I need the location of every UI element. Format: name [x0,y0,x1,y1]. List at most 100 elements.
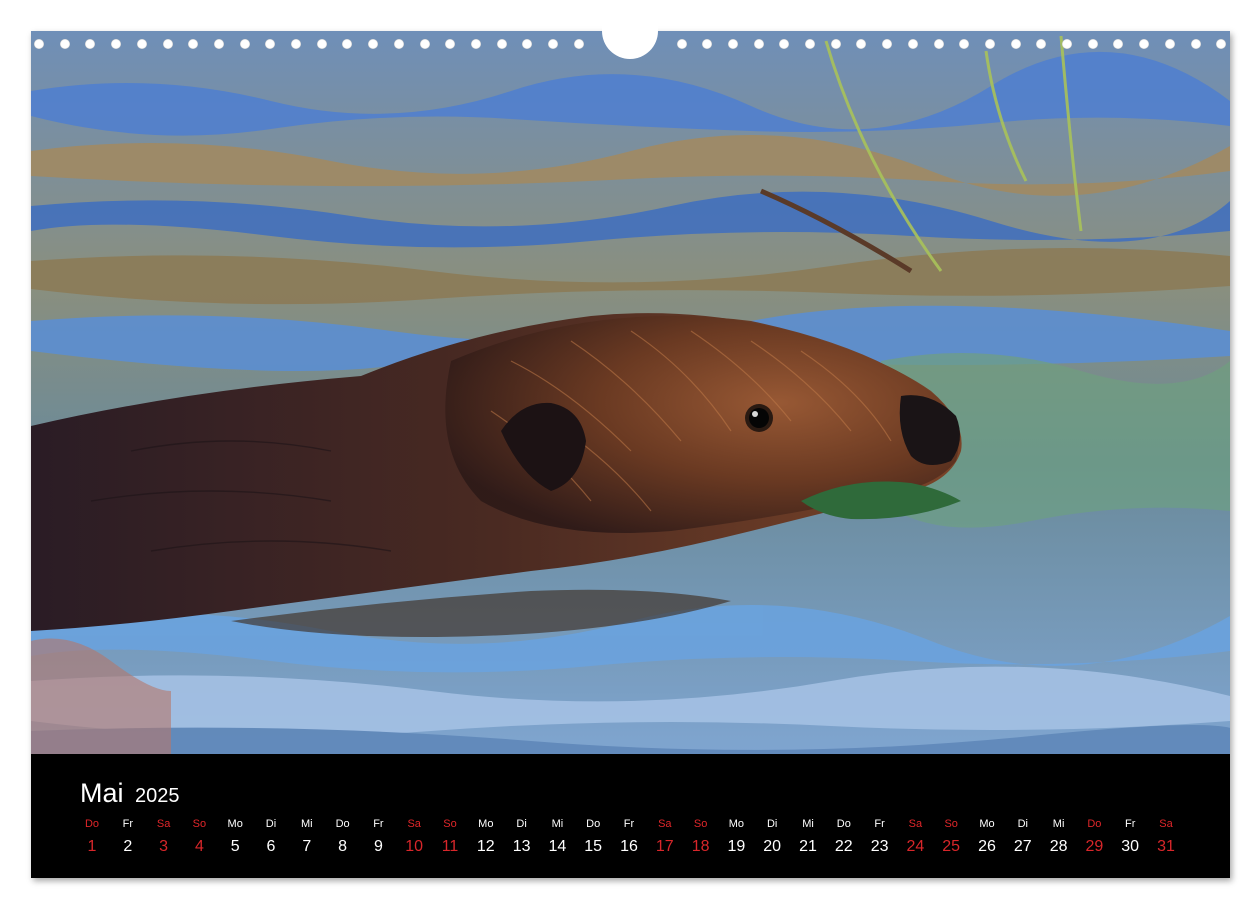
binding-hole [1062,39,1072,49]
calendar-day: Fr2 [111,816,145,860]
weekday-label: Fr [612,816,646,832]
weekday-label: Mo [719,816,753,832]
day-number: 10 [397,834,431,860]
binding-hole [1036,39,1046,49]
calendar-day: Sa10 [397,816,431,860]
binding-hole [163,39,173,49]
binding-hole [1139,39,1149,49]
weekday-label: Fr [863,816,897,832]
day-number: 30 [1113,834,1147,860]
binding-hole [1088,39,1098,49]
day-number: 7 [290,834,324,860]
binding-hole [1165,39,1175,49]
calendar-day: Sa17 [648,816,682,860]
calendar-day: Mi 28 [1042,816,1076,860]
calendar-day: Do 15 [576,816,610,860]
weekday-label: Fr [361,816,395,832]
day-number: 25 [934,834,968,860]
calendar-day: Di 27 [1006,816,1040,860]
day-number: 14 [540,834,574,860]
day-number: 3 [147,834,181,860]
weekday-label: Di [1006,816,1040,832]
binding-hole [1216,39,1226,49]
weekday-label: Mo [218,816,252,832]
calendar-day: Fr9 [361,816,395,860]
binding-hole [548,39,558,49]
day-number: 19 [719,834,753,860]
weekday-label: Di [505,816,539,832]
weekday-label: So [433,816,467,832]
day-number: 15 [576,834,610,860]
day-number: 26 [970,834,1004,860]
binding-hole [985,39,995,49]
day-number: 28 [1042,834,1076,860]
binding-hole [728,39,738,49]
weekday-label: Mi [540,816,574,832]
day-number: 29 [1077,834,1111,860]
day-number: 13 [505,834,539,860]
calendar-day: Mi 14 [540,816,574,860]
calendar-day: Mo26 [970,816,1004,860]
day-number: 22 [827,834,861,860]
calendar-day: Sa 3 [147,816,181,860]
calendar-day: So 4 [182,816,216,860]
binding-hole [368,39,378,49]
binding-hole [497,39,507,49]
weekday-label: Do [75,816,109,832]
day-number: 1 [75,834,109,860]
day-number: 23 [863,834,897,860]
binding-hole [574,39,584,49]
beaver-photo [31,31,1230,754]
weekday-label: So [934,816,968,832]
binding-hole [34,39,44,49]
month-name: Mai [80,778,124,808]
day-number: 12 [469,834,503,860]
binding-hole [856,39,866,49]
binding-hole [1011,39,1021,49]
calendar-day: So 25 [934,816,968,860]
day-number: 4 [182,834,216,860]
binding-hole [445,39,455,49]
month-title: Mai 2025 [80,778,180,809]
binding-hole [934,39,944,49]
day-number: 21 [791,834,825,860]
weekday-label: Do [576,816,610,832]
day-number: 16 [612,834,646,860]
weekday-label: Sa [147,816,181,832]
calendar-day: So11 [433,816,467,860]
binding-hole [908,39,918,49]
binding-hole [1113,39,1123,49]
weekday-label: Mi [290,816,324,832]
binding-hole [831,39,841,49]
weekday-label: Mi [791,816,825,832]
calendar-day: Mi 21 [791,816,825,860]
calendar-day: Mo 12 [469,816,503,860]
binding-hole [805,39,815,49]
calendar-day: Fr 30 [1113,816,1147,860]
binding-hole [471,39,481,49]
calendar-day: Fr 16 [612,816,646,860]
weekday-label: Fr [1113,816,1147,832]
binding-hole [85,39,95,49]
calendar-day: Di 13 [505,816,539,860]
binding-hole [342,39,352,49]
calendar-day: Fr 23 [863,816,897,860]
day-number: 31 [1149,834,1183,860]
weekday-label: So [684,816,718,832]
day-number: 5 [218,834,252,860]
calendar-day: Do8 [326,816,360,860]
binding-hole [265,39,275,49]
day-number: 20 [755,834,789,860]
binding-hole [754,39,764,49]
month-calendar-strip: Mai 2025 Do1Fr2Sa3So4Mo5Di6Mi7Do8Fr9Sa10… [31,754,1230,878]
day-row: Do1Fr2Sa3So4Mo5Di6Mi7Do8Fr9Sa10So11Mo12D… [75,816,1205,866]
weekday-label: Mi [1042,816,1076,832]
weekday-label: Do [827,816,861,832]
weekday-label: Mo [469,816,503,832]
weekday-label: So [182,816,216,832]
calendar-day: Do 22 [827,816,861,860]
calendar-day: Sa24 [898,816,932,860]
day-number: 27 [1006,834,1040,860]
binding-hole [394,39,404,49]
binding-hole [317,39,327,49]
